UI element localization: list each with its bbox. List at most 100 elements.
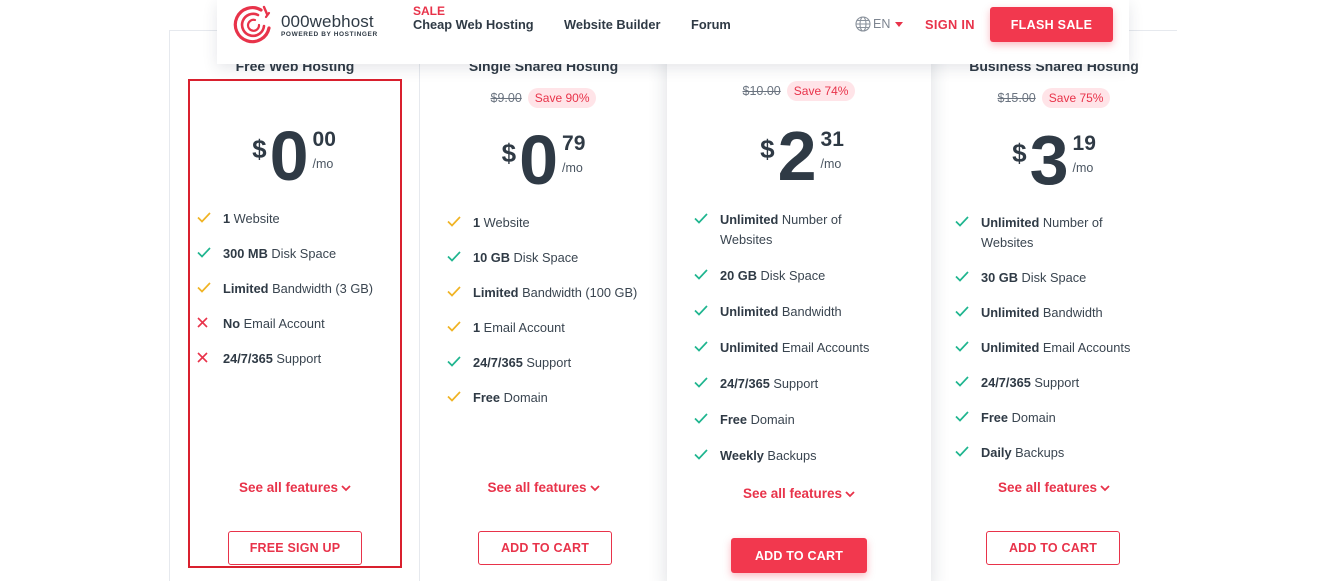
check-icon	[694, 269, 708, 280]
feature-highlight: Daily	[981, 445, 1012, 460]
price-cents: 00	[312, 128, 336, 151]
feature-highlight: 24/7/365	[981, 375, 1031, 390]
feature-status-mark	[955, 303, 981, 317]
feature-text: Unlimited Number of Websites	[981, 213, 1145, 253]
feature-text: Weekly Backups	[720, 446, 817, 466]
add-to-cart-button[interactable]: ADD TO CART	[731, 538, 867, 573]
check-icon	[955, 271, 969, 282]
check-icon	[447, 356, 461, 367]
feature-text: 24/7/365 Support	[223, 349, 321, 369]
feature-list: 1 Website 300 MB Disk Space Limited Bandwi…	[197, 209, 407, 369]
price-currency: $	[501, 138, 517, 168]
see-all-label: See all features	[742, 486, 843, 501]
price-cents: 31	[820, 128, 844, 151]
feature-status-mark	[197, 314, 223, 328]
logo-wordmark: 000webhost	[281, 12, 374, 31]
plan-card-free: Free Web Hosting $ 0 00 /mo 1 Website 300…	[170, 31, 420, 581]
feature-status-mark	[694, 338, 720, 352]
feature-item: Unlimited Email Accounts	[694, 338, 884, 358]
feature-text: 10 GB Disk Space	[473, 248, 578, 268]
language-code: EN	[873, 17, 891, 31]
price-cents: 79	[562, 132, 586, 155]
language-selector[interactable]: EN	[855, 16, 904, 32]
feature-description: Email Accounts	[1039, 340, 1131, 355]
feature-text: 30 GB Disk Space	[981, 268, 1086, 288]
feature-text: 20 GB Disk Space	[720, 266, 825, 286]
plan-price: $ 0 79 /mo	[420, 121, 667, 199]
check-icon	[197, 282, 211, 293]
price-currency: $	[1012, 138, 1027, 168]
nav-label: Cheap Web Hosting	[413, 17, 534, 32]
cross-icon	[197, 352, 208, 363]
feature-highlight: Unlimited	[720, 212, 779, 227]
feature-item: 24/7/365 Support	[197, 349, 407, 369]
feature-item: Daily Backups	[955, 443, 1145, 463]
sign-in-link[interactable]: SIGN IN	[925, 17, 975, 32]
feature-item: Free Domain	[694, 410, 884, 430]
add-to-cart-button[interactable]: ADD TO CART	[986, 531, 1120, 565]
see-all-features-link[interactable]: See all features	[420, 480, 667, 495]
check-icon	[447, 216, 461, 227]
feature-item: Unlimited Number of Websites	[694, 210, 884, 250]
feature-status-mark	[955, 408, 981, 422]
check-icon	[955, 341, 969, 352]
feature-highlight: 24/7/365	[720, 376, 770, 391]
flash-sale-button[interactable]: FLASH SALE	[990, 7, 1113, 42]
check-icon	[694, 213, 708, 224]
feature-highlight: Unlimited	[981, 305, 1040, 320]
feature-text: Unlimited Email Accounts	[981, 338, 1130, 358]
chevron-down-icon	[341, 485, 351, 492]
feature-description: Disk Space	[510, 250, 579, 265]
old-price: $15.00	[997, 91, 1036, 105]
feature-status-mark	[197, 244, 223, 258]
000webhost-swirl-logo-icon	[233, 5, 271, 44]
feature-status-mark	[197, 209, 223, 223]
feature-status-mark	[955, 268, 981, 282]
feature-status-mark	[955, 338, 981, 352]
feature-status-mark	[955, 373, 981, 387]
feature-text: Daily Backups	[981, 443, 1064, 463]
site-logo[interactable]: 000webhost POWERED BY HOSTINGER	[231, 4, 378, 46]
nav-item-website-builder[interactable]: Website Builder	[564, 17, 660, 32]
feature-item: Limited Bandwidth (3 GB)	[197, 279, 407, 299]
plan-card-single: Single Shared Hosting $9.00 Save 90% $ 0…	[419, 31, 667, 581]
price-period: /mo	[312, 157, 334, 171]
see-all-features-link[interactable]: See all features	[667, 486, 931, 501]
nav-item-forum[interactable]: Forum	[691, 17, 731, 32]
feature-item: 1 Email Account	[447, 318, 662, 338]
add-to-cart-button[interactable]: ADD TO CART	[478, 531, 612, 565]
price-whole: 0	[519, 121, 559, 199]
price-currency: $	[252, 134, 267, 164]
free-sign-up-button[interactable]: FREE SIGN UP	[228, 531, 362, 565]
check-icon	[955, 411, 969, 422]
feature-highlight: Unlimited	[720, 340, 779, 355]
feature-description: Domain	[747, 412, 795, 427]
price-cents: 19	[1072, 132, 1096, 155]
nav-item-cheap-web-hosting[interactable]: SALE Cheap Web Hosting	[413, 5, 534, 32]
check-icon	[197, 212, 211, 223]
feature-text: No Email Account	[223, 314, 325, 334]
feature-status-mark	[694, 446, 720, 460]
feature-status-mark	[694, 410, 720, 424]
old-price: $10.00	[742, 84, 781, 98]
see-all-features-link[interactable]: See all features	[931, 480, 1177, 495]
check-icon	[955, 216, 969, 227]
feature-status-mark	[694, 374, 720, 388]
check-icon	[694, 305, 708, 316]
check-icon	[955, 376, 969, 387]
feature-text: 1 Website	[473, 213, 530, 233]
feature-status-mark	[447, 213, 473, 227]
feature-status-mark	[197, 349, 223, 363]
feature-text: Free Domain	[473, 388, 548, 408]
feature-item: 1 Website	[197, 209, 407, 229]
feature-highlight: Limited	[473, 285, 519, 300]
save-badge: Save 74%	[786, 81, 856, 101]
feature-item: Unlimited Email Accounts	[955, 338, 1145, 358]
feature-item: 24/7/365 Support	[955, 373, 1145, 393]
price-period: /mo	[820, 157, 842, 171]
plan-card-premium: $10.00 Save 74% $ 2 31 /mo Unlimited Num…	[667, 31, 931, 581]
plan-price: $ 0 00 /mo	[168, 121, 420, 191]
price-period: /mo	[1072, 161, 1094, 175]
see-all-features-link[interactable]: See all features	[170, 480, 420, 495]
feature-list: 1 Website 10 GB Disk Space Limited Bandwid…	[447, 213, 662, 408]
